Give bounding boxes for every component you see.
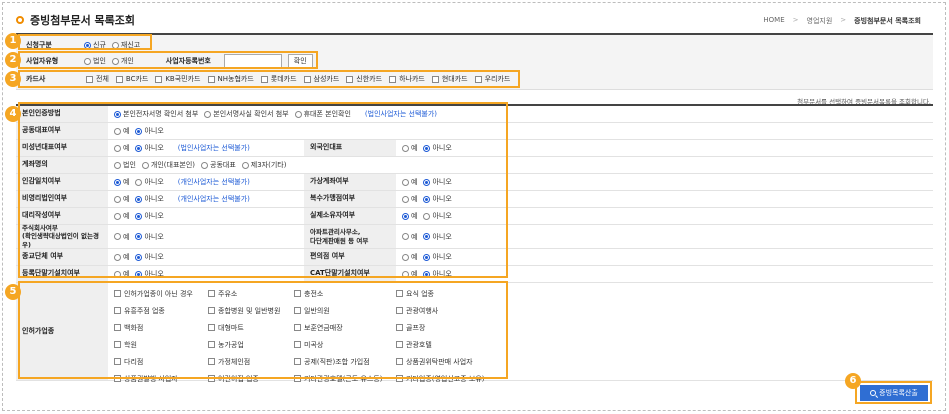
- page-title: 증빙첨부문서 목록조회: [16, 12, 135, 28]
- badge-5: 5: [5, 284, 21, 300]
- search-icon: [870, 390, 877, 396]
- breadcrumb-section[interactable]: 영업지원: [807, 16, 833, 26]
- highlight-3: [18, 70, 520, 88]
- badge-3: 3: [5, 71, 21, 87]
- breadcrumb: HOME > 영업지원 > 증빙첨부문서 목록조회: [763, 16, 921, 26]
- page-title-text: 증빙첨부문서 목록조회: [30, 14, 136, 27]
- submit-button[interactable]: 증빙목록산출: [860, 385, 928, 401]
- title-bullet-icon: [16, 16, 24, 24]
- highlight-5: [18, 281, 508, 379]
- submit-label: 증빙목록산출: [879, 389, 918, 397]
- badge-6: 6: [845, 373, 861, 389]
- badge-4: 4: [5, 106, 21, 122]
- highlight-4: [18, 102, 508, 278]
- badge-2: 2: [5, 52, 21, 68]
- badge-1: 1: [5, 33, 21, 49]
- breadcrumb-home[interactable]: HOME: [763, 16, 784, 26]
- highlight-2: [18, 51, 318, 69]
- highlight-1: [18, 34, 152, 50]
- breadcrumb-current: 증빙첨부문서 목록조회: [854, 17, 921, 25]
